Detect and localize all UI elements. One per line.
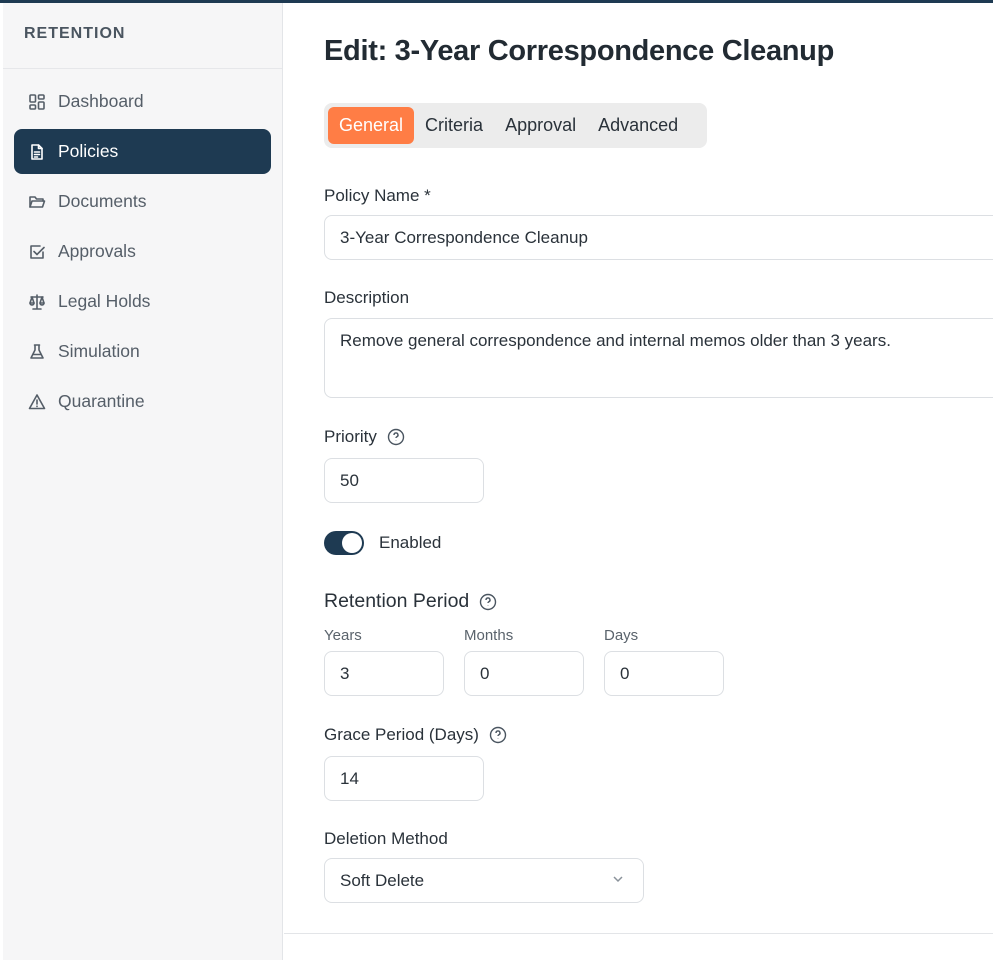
help-icon[interactable] [479,593,497,611]
description-value: Remove general correspondence and intern… [340,331,891,350]
tab-advanced[interactable]: Advanced [587,107,689,144]
days-label: Days [604,627,639,644]
tab-approval[interactable]: Approval [494,107,587,144]
priority-label-row: Priority [324,427,405,447]
tab-general[interactable]: General [328,107,415,144]
sidebar-item-quarantine[interactable]: Quarantine [14,379,271,424]
scale-icon [27,292,47,312]
warning-icon [27,392,47,412]
sidebar-title: RETENTION [3,3,282,69]
days-value: 0 [620,663,630,683]
months-label: Months [464,627,514,644]
policy-name-value: 3-Year Correspondence Cleanup [340,227,588,247]
sidebar-nav: Dashboard Policies Documents Approvals L… [3,69,282,424]
sidebar-item-simulation[interactable]: Simulation [14,329,271,374]
main-content: Edit: 3-Year Correspondence Cleanup Gene… [284,3,993,960]
sidebar-item-label: Quarantine [58,391,145,411]
sidebar-item-dashboard[interactable]: Dashboard [14,79,271,124]
sidebar-item-approvals[interactable]: Approvals [14,229,271,274]
policy-name-label: Policy Name * [324,186,431,205]
priority-label: Priority [324,427,377,446]
description-label: Description [324,288,410,307]
months-input[interactable]: 0 [464,651,584,696]
sidebar-item-documents[interactable]: Documents [14,179,271,224]
sidebar-item-label: Policies [58,141,119,161]
help-icon[interactable] [387,428,405,446]
grace-period-input[interactable]: 14 [324,756,484,801]
dashboard-icon [27,92,47,112]
deletion-method-value: Soft Delete [340,870,425,890]
footer-divider [284,933,993,934]
enabled-toggle-row: Enabled [324,531,441,555]
checkbox-icon [27,242,47,262]
policy-name-input[interactable]: 3-Year Correspondence Cleanup [324,215,993,260]
deletion-method-label: Deletion Method [324,829,448,848]
grace-period-value: 14 [340,768,359,788]
sidebar-item-label: Simulation [58,341,140,361]
priority-input[interactable]: 50 [324,458,484,503]
years-input[interactable]: 3 [324,651,444,696]
description-textarea[interactable]: Remove general correspondence and intern… [324,318,993,398]
chevron-down-icon [611,871,625,891]
years-label: Years [324,627,362,644]
deletion-method-select[interactable]: Soft Delete [324,858,644,903]
folder-icon [27,192,47,212]
sidebar-item-label: Approvals [58,241,136,261]
grace-period-label: Grace Period (Days) [324,725,479,744]
priority-value: 50 [340,470,359,490]
sidebar: RETENTION Dashboard Policies Documents A… [3,3,283,960]
flask-icon [27,342,47,362]
enabled-label: Enabled [379,533,442,552]
sidebar-item-label: Legal Holds [58,291,151,311]
sidebar-item-legal-holds[interactable]: Legal Holds [14,279,271,324]
tab-bar: General Criteria Approval Advanced [324,103,707,148]
tab-criteria[interactable]: Criteria [414,107,494,144]
document-icon [27,142,47,162]
help-icon[interactable] [489,726,507,744]
sidebar-item-label: Dashboard [58,91,144,111]
months-value: 0 [480,663,490,683]
sidebar-item-policies[interactable]: Policies [14,129,271,174]
years-value: 3 [340,663,350,683]
sidebar-item-label: Documents [58,191,147,211]
days-input[interactable]: 0 [604,651,724,696]
page-title: Edit: 3-Year Correspondence Cleanup [324,35,835,67]
toggle-knob [342,533,362,553]
enabled-toggle[interactable] [324,531,364,555]
grace-period-label-row: Grace Period (Days) [324,725,507,745]
retention-period-heading: Retention Period [324,590,497,613]
retention-period-label: Retention Period [324,590,470,612]
